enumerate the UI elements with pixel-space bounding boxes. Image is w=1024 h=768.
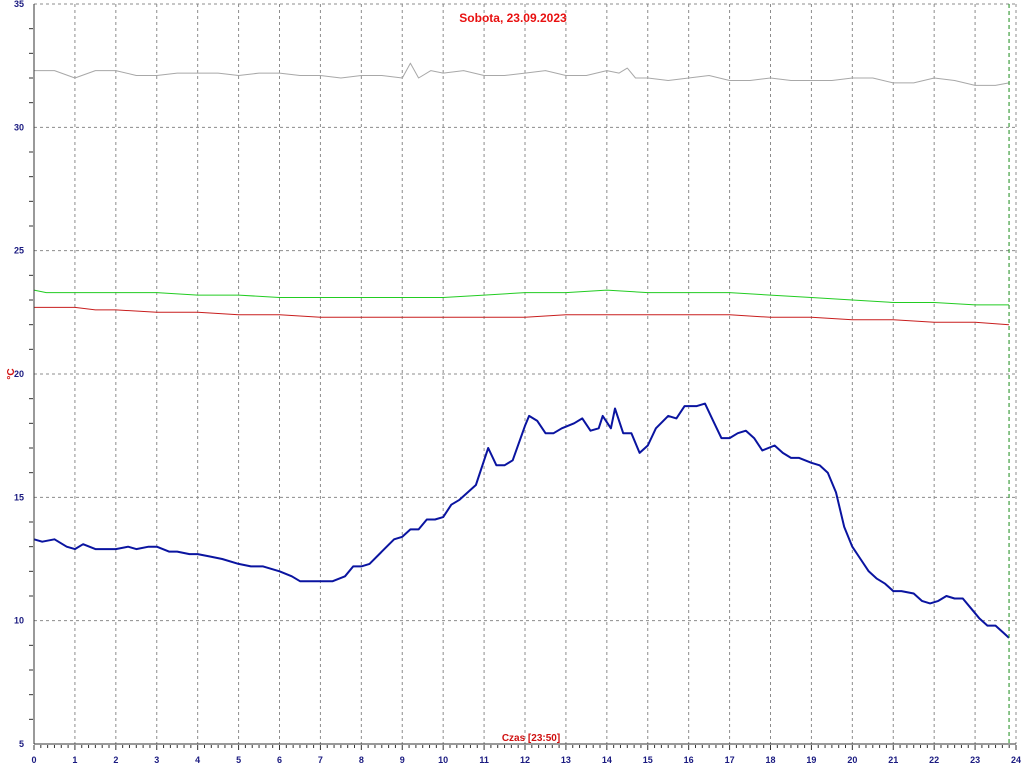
x-tick-label: 1: [72, 755, 77, 765]
chart-title: Sobota, 23.09.2023: [459, 11, 567, 25]
y-tick-label: 35: [14, 0, 24, 9]
x-tick-label: 21: [888, 755, 898, 765]
x-tick-label: 7: [318, 755, 323, 765]
y-tick-label: 25: [14, 246, 24, 256]
x-tick-label: 23: [970, 755, 980, 765]
x-tick-label: 2: [113, 755, 118, 765]
x-tick-label: 18: [765, 755, 775, 765]
x-axis-title: Czas [23:50]: [502, 733, 560, 744]
y-axis-title: °C: [6, 368, 17, 379]
y-tick-label: 15: [14, 492, 24, 502]
x-tick-label: 9: [400, 755, 405, 765]
temperature-chart: 5101520253035 0 1 2 3 4 5 6 7 8 9 10 11 12 13 14 15 16 17…: [0, 0, 1024, 768]
x-tick-label: 14: [602, 755, 612, 765]
x-tick-label: 17: [725, 755, 735, 765]
y-tick-label: 10: [14, 616, 24, 626]
x-tick-label: 5: [236, 755, 241, 765]
x-tick-label: 12: [520, 755, 530, 765]
x-tick-label: 8: [359, 755, 364, 765]
x-tick-label: 6: [277, 755, 282, 765]
chart-background: [0, 0, 1024, 768]
x-tick-label: 10: [438, 755, 448, 765]
x-tick-label: 20: [847, 755, 857, 765]
x-tick-label: 19: [806, 755, 816, 765]
x-tick-label: 0: [31, 755, 36, 765]
x-tick-label: 15: [643, 755, 653, 765]
x-tick-label: 24: [1011, 755, 1021, 765]
y-tick-label: 30: [14, 122, 24, 132]
x-tick-label: 4: [195, 755, 200, 765]
y-tick-label: 5: [19, 739, 24, 749]
x-tick-label: 22: [929, 755, 939, 765]
x-tick-label: 3: [154, 755, 159, 765]
x-tick-label: 16: [684, 755, 694, 765]
x-tick-label: 13: [561, 755, 571, 765]
x-tick-label: 11: [479, 755, 489, 765]
